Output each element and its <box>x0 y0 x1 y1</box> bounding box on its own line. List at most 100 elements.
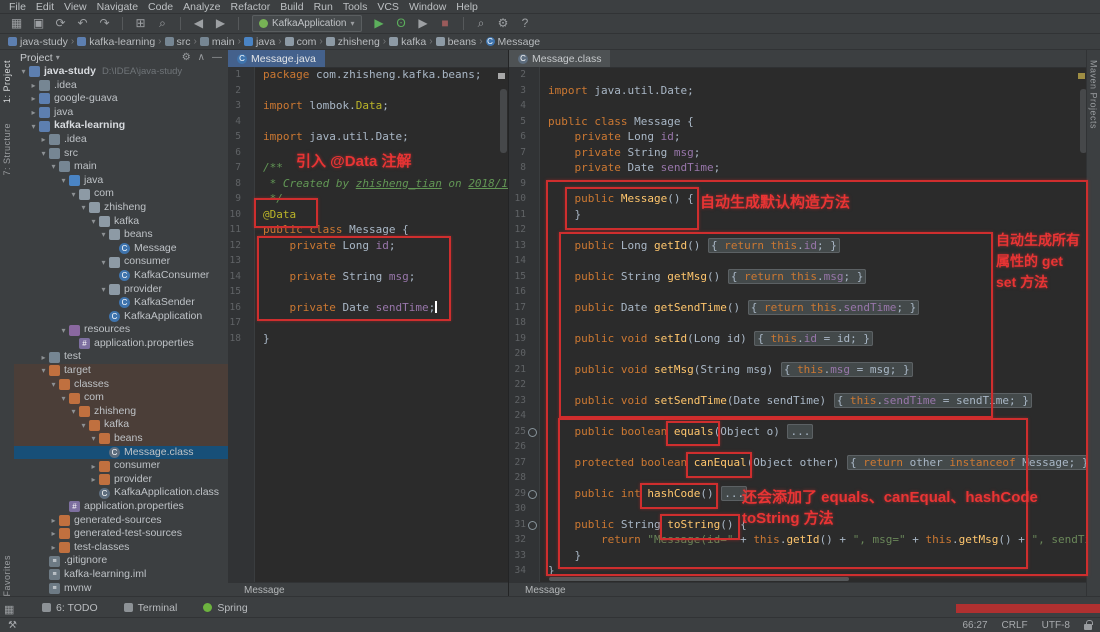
tree-expand-arrow[interactable]: ▸ <box>48 529 59 538</box>
tree-expand-arrow[interactable]: ▾ <box>48 380 59 389</box>
tree-expand-arrow[interactable]: ▸ <box>48 516 59 525</box>
breadcrumb-item-main[interactable]: main <box>199 36 235 48</box>
tree-expand-arrow[interactable]: ▾ <box>58 326 69 335</box>
tool-strip-maven-projects[interactable]: Maven Projects <box>1089 60 1099 129</box>
tree-item-application.properties[interactable]: application.properties <box>14 337 228 351</box>
tool-window-button-todo[interactable]: 6: TODO <box>42 602 98 614</box>
tree-item-.gitignore[interactable]: .gitignore <box>14 554 228 568</box>
menu-build[interactable]: Build <box>275 1 308 13</box>
folded-region[interactable]: { this.msg = msg; } <box>780 361 913 377</box>
tree-expand-arrow[interactable]: ▾ <box>38 149 49 158</box>
tree-expand-arrow[interactable]: ▸ <box>88 462 99 471</box>
editor-left-breadcrumb[interactable]: Message <box>228 582 508 597</box>
tree-item-consumer[interactable]: ▾ consumer <box>14 255 228 269</box>
tree-item-consumer[interactable]: ▸ consumer <box>14 459 228 473</box>
tree-item-target[interactable]: ▾ target <box>14 364 228 378</box>
folded-region[interactable]: { return this.id; } <box>707 237 840 253</box>
tree-expand-arrow[interactable]: ▾ <box>58 176 69 185</box>
tree-item-kafkaconsumer[interactable]: KafkaConsumer <box>14 269 228 283</box>
tool-window-button-spring[interactable]: Spring <box>203 602 248 614</box>
breadcrumb-item-java[interactable]: java <box>243 36 275 48</box>
tool-strip-1-project[interactable]: 1: Project <box>2 60 12 103</box>
redo-icon[interactable]: ↷ <box>96 15 113 32</box>
find-icon[interactable]: ⌕ <box>154 15 171 32</box>
tree-item-kafka-learning.iml[interactable]: kafka-learning.iml <box>14 568 228 582</box>
tree-item-kafka-learning[interactable]: ▾ kafka-learning <box>14 119 228 133</box>
breadcrumb-item-kafka-learning[interactable]: kafka-learning <box>77 36 155 48</box>
tree-expand-arrow[interactable]: ▾ <box>98 258 109 267</box>
folded-region[interactable]: { this.sendTime = sendTime; } <box>833 392 1032 408</box>
tree-item-zhisheng[interactable]: ▾ zhisheng <box>14 201 228 215</box>
tree-item-beans[interactable]: ▾ beans <box>14 432 228 446</box>
folded-region[interactable]: { this.id = id; } <box>754 330 873 346</box>
menu-view[interactable]: View <box>59 1 92 13</box>
breadcrumb-item-message[interactable]: Message <box>485 36 540 48</box>
tree-item-google-guava[interactable]: ▸ google-guava <box>14 92 228 106</box>
menu-analyze[interactable]: Analyze <box>178 1 225 13</box>
tab-message-class[interactable]: Message.class <box>509 50 611 67</box>
tree-item-java[interactable]: ▾ java <box>14 174 228 188</box>
chevron-down-icon[interactable]: ▾ <box>56 53 60 62</box>
tree-expand-arrow[interactable]: ▾ <box>68 190 79 199</box>
line-separator[interactable]: CRLF <box>1002 620 1028 631</box>
collapse-all-icon[interactable]: ∧ <box>198 52 205 63</box>
tree-expand-arrow[interactable]: ▸ <box>28 108 39 117</box>
tree-item-zhisheng[interactable]: ▾ zhisheng <box>14 404 228 419</box>
paste-icon[interactable]: ⊞ <box>132 15 149 32</box>
settings-gear-icon[interactable]: ⚙ <box>182 52 191 63</box>
help-icon[interactable]: ? <box>517 15 534 32</box>
open-folder-icon[interactable]: ▦ <box>8 15 25 32</box>
tree-expand-arrow[interactable]: ▾ <box>98 230 109 239</box>
tree-expand-arrow[interactable]: ▾ <box>38 366 49 375</box>
tree-expand-arrow[interactable]: ▸ <box>28 81 39 90</box>
stop-icon[interactable]: ■ <box>437 15 454 32</box>
tree-item-classes[interactable]: ▾ classes <box>14 377 228 392</box>
tree-item-provider[interactable]: ▸ provider <box>14 473 228 487</box>
tree-item-src[interactable]: ▾ src <box>14 147 228 161</box>
tree-item-test-classes[interactable]: ▸ test-classes <box>14 541 228 555</box>
breadcrumb-item-beans[interactable]: beans <box>435 36 476 48</box>
tree-item-provider[interactable]: ▾ provider <box>14 283 228 297</box>
menu-help[interactable]: Help <box>451 1 483 13</box>
tree-expand-arrow[interactable]: ▾ <box>28 122 39 131</box>
caret-position[interactable]: 66:27 <box>963 620 988 631</box>
tree-expand-arrow[interactable]: ▸ <box>38 353 49 362</box>
tree-item-java[interactable]: ▸ java <box>14 106 228 120</box>
tool-window-button-terminal[interactable]: Terminal <box>123 602 177 614</box>
menu-window[interactable]: Window <box>404 1 451 13</box>
tree-expand-arrow[interactable]: ▸ <box>28 94 39 103</box>
breadcrumb-item-java-study[interactable]: java-study <box>8 36 68 48</box>
tool-strip-7-structure[interactable]: 7: Structure <box>2 123 12 176</box>
back-icon[interactable]: ◀ <box>190 15 207 32</box>
tree-expand-arrow[interactable]: ▾ <box>88 217 99 226</box>
menu-navigate[interactable]: Navigate <box>92 1 143 13</box>
sync-icon[interactable]: ⟳ <box>52 15 69 32</box>
tree-item-test[interactable]: ▸ test <box>14 350 228 364</box>
tree-item-com[interactable]: ▾ com <box>14 187 228 201</box>
coverage-icon[interactable]: ▶ <box>415 15 432 32</box>
forward-icon[interactable]: ▶ <box>212 15 229 32</box>
settings-gear-icon[interactable]: ⚙ <box>495 15 512 32</box>
editor-right-code-area[interactable]: import java.util.Date; public class Messa… <box>540 67 1088 583</box>
tree-item-kafkasender[interactable]: KafkaSender <box>14 296 228 310</box>
tree-expand-arrow[interactable]: ▾ <box>78 203 89 212</box>
menu-file[interactable]: File <box>4 1 31 13</box>
tree-item-kafkaapplication[interactable]: KafkaApplication <box>14 310 228 324</box>
tree-item-message[interactable]: Message <box>14 242 228 256</box>
tree-item-generated-test-sources[interactable]: ▸ generated-test-sources <box>14 527 228 541</box>
tree-expand-arrow[interactable]: ▾ <box>98 285 109 294</box>
tree-item-.idea[interactable]: ▸ .idea <box>14 79 228 93</box>
run-icon[interactable]: ▶ <box>371 15 388 32</box>
override-marker-icon[interactable] <box>528 427 537 437</box>
run-config-select[interactable]: KafkaApplication ▾ <box>252 15 362 32</box>
breadcrumb-item-zhisheng[interactable]: zhisheng <box>325 36 380 48</box>
tree-expand-arrow[interactable]: ▸ <box>38 135 49 144</box>
tree-item-generated-sources[interactable]: ▸ generated-sources <box>14 514 228 528</box>
save-all-icon[interactable]: ▣ <box>30 15 47 32</box>
folded-region[interactable]: ... <box>721 485 748 501</box>
editor-left-code-area[interactable]: package com.zhisheng.kafka.beans; import … <box>255 67 508 583</box>
scrollbar-thumb[interactable] <box>500 89 507 153</box>
override-marker-icon[interactable] <box>528 489 537 499</box>
tree-expand-arrow[interactable]: ▾ <box>18 67 29 76</box>
tree-item-application.properties[interactable]: application.properties <box>14 500 228 514</box>
